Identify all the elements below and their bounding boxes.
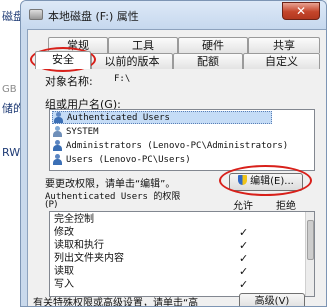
tab-tools[interactable]: 工具 bbox=[108, 37, 178, 53]
tab-quota[interactable]: 配额 bbox=[173, 53, 243, 69]
permissions-scrollbar[interactable] bbox=[305, 212, 314, 296]
allow-column-header: 允许 bbox=[233, 201, 253, 212]
object-name-label: 对象名称: bbox=[45, 75, 93, 88]
deny-column-header: 拒绝 bbox=[276, 201, 296, 212]
user-group-icon bbox=[52, 126, 63, 137]
edit-button[interactable]: 编辑(E)... bbox=[229, 173, 303, 191]
list-item-label: Administrators (Lenovo-PC\Administrators… bbox=[66, 140, 289, 151]
drive-icon bbox=[29, 9, 43, 20]
permission-row: 修改 bbox=[54, 227, 74, 238]
tab-hardware[interactable]: 硬件 bbox=[178, 37, 248, 53]
permissions-list[interactable]: 完全控制 修改 ✓ 读取和执行 ✓ 列出文件夹内容 ✓ 读取 ✓ 写入 ✓ bbox=[49, 211, 315, 297]
title-bar[interactable]: 本地磁盘 (F:) 属性 ✕ bbox=[21, 1, 326, 29]
uac-shield-icon bbox=[238, 175, 248, 185]
allow-check-icon: ✓ bbox=[239, 239, 249, 252]
list-item-label: Authenticated Users bbox=[67, 112, 170, 123]
allow-check-icon: ✓ bbox=[239, 278, 249, 291]
permissions-header: Authenticated Users 的权限 bbox=[45, 192, 181, 202]
allow-check-icon: ✓ bbox=[239, 252, 249, 265]
list-item-authenticated-users[interactable]: Authenticated Users bbox=[52, 111, 272, 124]
list-item-system[interactable]: SYSTEM bbox=[52, 125, 99, 138]
window-title: 本地磁盘 (F:) 属性 bbox=[48, 10, 139, 23]
tab-previous-versions[interactable]: 以前的版本 bbox=[91, 53, 173, 69]
close-button[interactable]: ✕ bbox=[282, 2, 320, 20]
permission-row: 读取和执行 bbox=[54, 240, 104, 251]
edit-button-label: 编辑(E)... bbox=[250, 176, 294, 187]
permission-row: 写入 bbox=[54, 279, 74, 290]
scrollbar-thumb[interactable] bbox=[307, 220, 314, 260]
allow-check-icon: ✓ bbox=[239, 265, 249, 278]
properties-dialog: 本地磁盘 (F:) 属性 ✕ 常规 工具 硬件 共享 安全 以前的版本 配额 自… bbox=[20, 0, 327, 307]
permission-row: 读取 bbox=[54, 266, 74, 277]
list-item-users[interactable]: Users (Lenovo-PC\Users) bbox=[52, 153, 191, 166]
list-item-administrators[interactable]: Administrators (Lenovo-PC\Administrators… bbox=[52, 139, 288, 152]
user-group-icon bbox=[52, 154, 63, 165]
allow-check-icon: ✓ bbox=[239, 226, 249, 239]
object-name-value: F:\ bbox=[114, 74, 131, 84]
permission-row: 列出文件夹内容 bbox=[54, 253, 124, 264]
permissions-header-suffix: (P) bbox=[45, 200, 58, 210]
tab-customize[interactable]: 自定义 bbox=[243, 53, 320, 69]
permission-row: 完全控制 bbox=[54, 214, 94, 225]
tab-sharing[interactable]: 共享 bbox=[248, 37, 320, 53]
advanced-button[interactable]: 高级(V) bbox=[239, 293, 305, 306]
screen: 磁盘 GB 可 储的 RW 驱 本地磁盘 (F:) 属性 ✕ 常规 工具 硬件 … bbox=[0, 0, 327, 307]
user-group-icon bbox=[53, 112, 64, 123]
tab-security[interactable]: 安全 bbox=[35, 51, 91, 69]
list-item-label: SYSTEM bbox=[66, 126, 99, 137]
change-hint: 要更改权限，请单击“编辑”。 bbox=[45, 179, 176, 190]
advanced-hint: 有关特殊权限或高级设置，请单击“高 bbox=[33, 298, 199, 307]
list-item-label: Users (Lenovo-PC\Users) bbox=[66, 154, 191, 165]
users-listbox[interactable]: Authenticated Users SYSTEM Administrator… bbox=[49, 109, 315, 171]
user-group-icon bbox=[52, 140, 63, 151]
